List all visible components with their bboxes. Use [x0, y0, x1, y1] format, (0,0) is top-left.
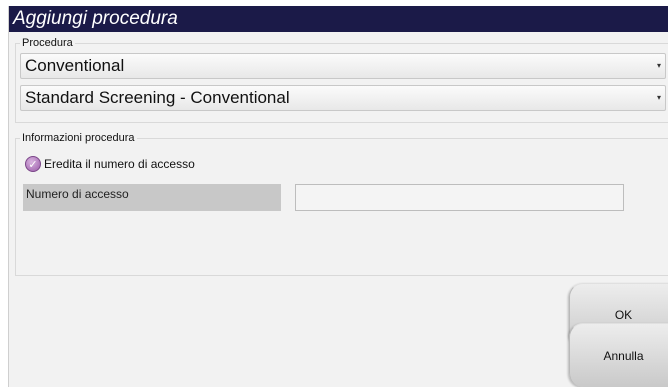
- protocol-dropdown[interactable]: Standard Screening - Conventional ▾: [20, 85, 666, 111]
- check-icon: ✓: [25, 156, 41, 172]
- procedure-dropdown-value: Conventional: [25, 56, 125, 75]
- add-procedure-dialog: Aggiungi procedura Procedura Conventiona…: [8, 6, 668, 387]
- accession-number-label: Numero di accesso: [23, 184, 281, 211]
- inherit-accession-label: Eredita il numero di accesso: [44, 157, 195, 171]
- ok-button-label: OK: [614, 308, 633, 322]
- chevron-down-icon: ▾: [656, 61, 661, 70]
- chevron-down-icon: ▾: [656, 93, 661, 102]
- protocol-dropdown-value: Standard Screening - Conventional: [25, 88, 290, 107]
- cancel-button[interactable]: Annulla: [569, 323, 668, 387]
- procedure-dropdown[interactable]: Conventional ▾: [20, 53, 666, 79]
- procedure-info-legend: Informazioni procedura: [20, 131, 137, 145]
- inherit-accession-checkbox[interactable]: ✓ Eredita il numero di accesso: [25, 155, 195, 173]
- dialog-title: Aggiungi procedura: [9, 6, 668, 32]
- procedure-section-legend: Procedura: [20, 36, 75, 50]
- cancel-button-label: Annulla: [603, 349, 644, 363]
- accession-number-input[interactable]: [295, 184, 624, 211]
